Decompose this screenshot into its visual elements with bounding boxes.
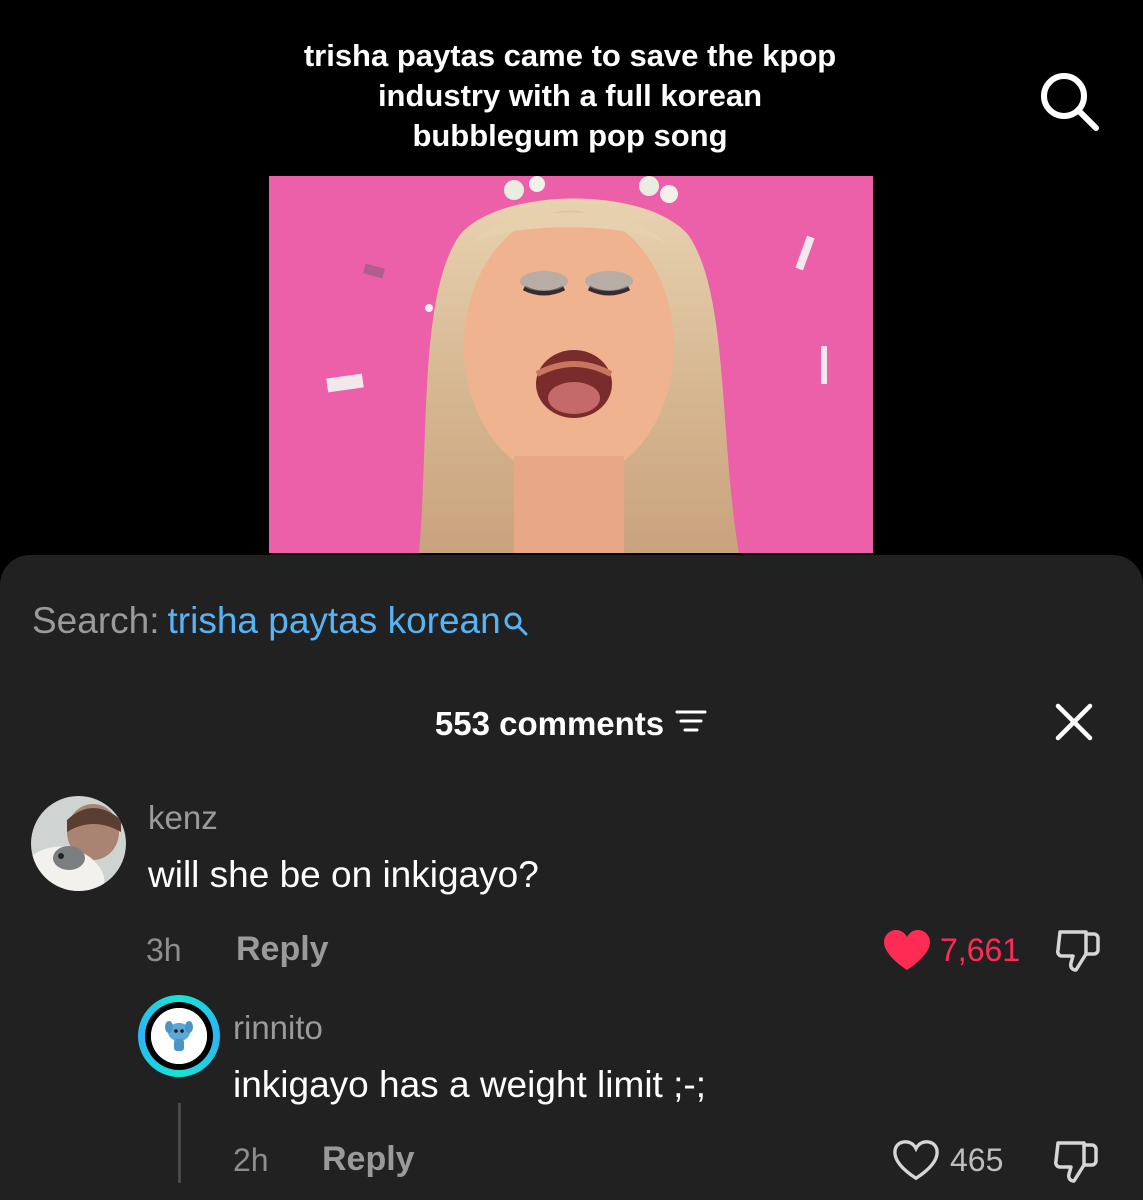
search-icon	[503, 602, 529, 648]
thread-line	[178, 1103, 181, 1183]
thumbs-down-icon[interactable]	[1052, 1137, 1100, 1188]
search-query-link[interactable]: trisha paytas korean	[168, 600, 501, 641]
video-thumbnail[interactable]	[269, 176, 873, 553]
thumbs-down-icon[interactable]	[1054, 926, 1102, 977]
comment-time: 2h	[233, 1142, 269, 1178]
heart-filled-icon[interactable]	[882, 928, 932, 977]
reply-button[interactable]: Reply	[236, 929, 329, 969]
comment-text: inkigayo has a weight limit ;-;	[233, 1064, 706, 1105]
avatar[interactable]	[31, 796, 126, 891]
like-count: 7,661	[940, 932, 1021, 968]
comment-time: 3h	[146, 932, 182, 968]
filter-icon[interactable]	[674, 704, 708, 744]
video-caption: trisha paytas came to save the kpop indu…	[303, 38, 837, 153]
comment-text: will she be on inkigayo?	[148, 854, 539, 895]
like-count: 465	[950, 1142, 1004, 1178]
reply-button[interactable]: Reply	[322, 1139, 415, 1179]
comment-username[interactable]: rinnito	[233, 1008, 323, 1048]
avatar[interactable]	[151, 1008, 207, 1064]
heart-outline-icon[interactable]	[892, 1138, 940, 1187]
search-label: Search:	[32, 600, 160, 641]
search-suggestion[interactable]: Search: trisha paytas korean	[32, 598, 529, 648]
video-area: trisha paytas came to save the kpop indu…	[0, 0, 1143, 570]
comment-count: 553 comments	[434, 705, 665, 743]
search-icon[interactable]	[1038, 70, 1102, 134]
comments-header: 553 comments	[0, 702, 1143, 744]
comment-username[interactable]: kenz	[148, 798, 218, 838]
close-icon[interactable]	[1052, 700, 1096, 744]
